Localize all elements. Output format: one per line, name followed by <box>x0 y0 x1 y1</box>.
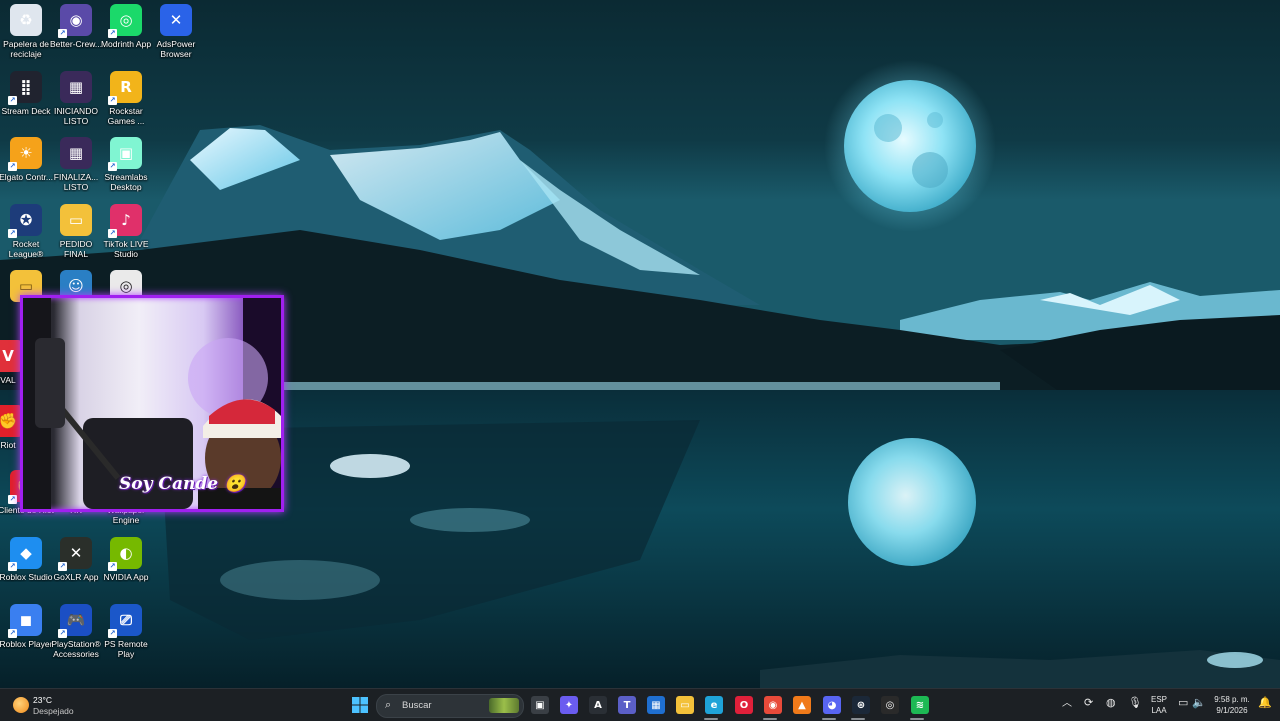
show-hidden-icons-chevron-icon[interactable]: ︿ <box>1062 699 1072 709</box>
desktop-icon-label: Rockstar Games ... <box>107 106 145 126</box>
elgato-control-icon: ☀ ↗ <box>8 137 42 171</box>
adspower-icon: ✕ <box>160 4 192 36</box>
clock-date: 9/1/2026 <box>1216 706 1248 715</box>
vlc-icon[interactable]: ▲ <box>793 696 811 714</box>
network-globe-icon[interactable]: ◍ <box>1106 698 1116 709</box>
stream-deck-icon: ⣿ ↗ <box>8 71 42 105</box>
teams-icon[interactable]: T <box>618 696 636 714</box>
weather-sun-icon <box>13 697 29 713</box>
language-code: ESP <box>1150 695 1167 704</box>
streamlabs-icon: ▣ ↗ <box>108 137 142 171</box>
shortcut-arrow-icon: ↗ <box>108 29 117 38</box>
discord-icon[interactable]: ◕ <box>823 696 841 714</box>
desktop-icon-better-crew[interactable]: ◉ ↗ Better-Crew... <box>50 4 102 66</box>
desktop-icon-roblox-player[interactable]: ◼ ↗ Roblox Player <box>0 604 52 666</box>
sync-icon[interactable]: ⟳ <box>1084 698 1093 709</box>
desktop-icon-adspower[interactable]: ✕ AdsPower Browser <box>150 4 202 66</box>
clock-time: 9:58 p. m. <box>1214 695 1250 704</box>
shortcut-arrow-icon: ↗ <box>58 629 67 638</box>
nvidia-icon: ◐ ↗ <box>108 537 142 571</box>
opera-gx-icon[interactable]: O <box>735 696 753 714</box>
roblox-player-icon: ◼ ↗ <box>8 604 42 638</box>
desktop-icon-video-file[interactable]: ▦ FINALIZA... LISTO <box>50 137 102 199</box>
speaker-volume-icon[interactable]: 🔈 <box>1192 698 1206 709</box>
desktop-icon-label: NVIDIA App <box>103 572 149 582</box>
shortcut-arrow-icon: ↗ <box>8 96 17 105</box>
desktop-icon-label: AdsPower Browser <box>156 39 196 59</box>
desktop-icon-goxlr[interactable]: ✕ ↗ GoXLR App <box>50 537 102 599</box>
shortcut-arrow-icon: ↗ <box>8 229 17 238</box>
shortcut-arrow-icon: ↗ <box>108 162 117 171</box>
app-a-icon[interactable]: A <box>589 696 607 714</box>
rocket-league-icon: ✪ ↗ <box>8 204 42 238</box>
microphone-icon[interactable]: 🎙 <box>1128 698 1142 709</box>
video-file-icon: ▦ <box>60 137 92 169</box>
desktop-icon-streamlabs[interactable]: ▣ ↗ Streamlabs Desktop <box>100 137 152 199</box>
taskbar-search-box[interactable]: ⌕ Buscar <box>376 694 524 718</box>
shortcut-arrow-icon: ↗ <box>8 495 17 504</box>
webcam-overlay: Soy Cande 😮 <box>20 295 284 512</box>
desktop-icon-playstation-accessories[interactable]: 🎮 ↗ PlayStation® Accessories <box>50 604 102 666</box>
desktop-icon-label: TikTok LIVE Studio <box>103 239 149 259</box>
desktop-icon-stream-deck[interactable]: ⣿ ↗ Stream Deck <box>0 71 52 133</box>
desktop-icon-ps-remote-play[interactable]: ⎚ ↗ PS Remote Play <box>100 604 152 666</box>
keyboard-layout-code: LAA <box>1151 706 1167 715</box>
clock[interactable]: 9:58 p. m. 9/1/2026 <box>1208 694 1256 716</box>
better-crew-icon: ◉ ↗ <box>58 4 92 38</box>
weather-temperature: 23°C <box>33 695 52 705</box>
desktop-icon-label: PS Remote Play <box>104 639 148 659</box>
language-indicator[interactable]: ESP LAA <box>1148 694 1170 716</box>
modrinth-icon: ◎ ↗ <box>108 4 142 38</box>
desktop-icon-tiktok-live[interactable]: ♪ ↗ TikTok LIVE Studio <box>100 204 152 266</box>
taskbar: 23°C Despejado ⌕ Buscar ▣ ✦ A T ▦ ▭ e O ◉ ▲ ◕ ⊛ ◎ ≋ ︿… <box>0 688 1280 721</box>
desktop-icon-rocket-league[interactable]: ✪ ↗ Rocket League® <box>0 204 52 266</box>
desktop-icon-folder[interactable]: ▭ PEDIDO FINAL <box>50 204 102 266</box>
shortcut-arrow-icon: ↗ <box>58 29 67 38</box>
microsoft-store-icon[interactable]: ▦ <box>647 696 665 714</box>
shortcut-arrow-icon: ↗ <box>58 562 67 571</box>
network-wifi-icon[interactable]: ▭ <box>1178 698 1188 709</box>
desktop-icon-roblox-studio[interactable]: ◆ ↗ Roblox Studio <box>0 537 52 599</box>
desktop-icon-nvidia[interactable]: ◐ ↗ NVIDIA App <box>100 537 152 599</box>
folder-icon: ▭ <box>60 204 92 236</box>
start-button[interactable] <box>351 696 369 714</box>
search-placeholder: Buscar <box>402 700 432 711</box>
shortcut-arrow-icon: ↗ <box>108 629 117 638</box>
shortcut-arrow-icon: ↗ <box>8 629 17 638</box>
search-icon: ⌕ <box>385 699 392 711</box>
shortcut-arrow-icon: ↗ <box>8 562 17 571</box>
desktop-icon-recycle-bin[interactable]: ♻ Papelera de reciclaje <box>0 4 52 66</box>
shortcut-arrow-icon: ↗ <box>8 162 17 171</box>
desktop-icon-modrinth[interactable]: ◎ ↗ Modrinth App <box>100 4 152 66</box>
recycle-bin-icon: ♻ <box>10 4 42 36</box>
rockstar-icon: R ↗ <box>108 71 142 105</box>
weather-condition: Despejado <box>33 706 74 716</box>
desktop-icon-video-file[interactable]: ▦ INICIANDO LISTO <box>50 71 102 133</box>
desktop-icon-elgato-control[interactable]: ☀ ↗ Elgato Contr... <box>0 137 53 199</box>
steam-icon[interactable]: ⊛ <box>852 696 870 714</box>
copilot-icon[interactable]: ✦ <box>560 696 578 714</box>
playstation-accessories-icon: 🎮 ↗ <box>58 604 92 638</box>
weather-widget[interactable]: 23°C Despejado <box>10 693 90 717</box>
shortcut-arrow-icon: ↗ <box>108 229 117 238</box>
file-explorer-icon[interactable]: ▭ <box>676 696 694 714</box>
ps-remote-play-icon: ⎚ ↗ <box>108 604 142 638</box>
video-file-icon: ▦ <box>60 71 92 103</box>
streamer-logo-text: Soy Cande 😮 <box>119 474 246 494</box>
obs-icon[interactable]: ◎ <box>881 696 899 714</box>
goxlr-icon: ✕ ↗ <box>58 537 92 571</box>
spotify-icon[interactable]: ≋ <box>911 696 929 714</box>
chrome-icon[interactable]: ◉ <box>764 696 782 714</box>
tiktok-live-icon: ♪ ↗ <box>108 204 142 238</box>
desktop-icon-label: Streamlabs Desktop <box>104 172 148 192</box>
windows-logo-icon <box>352 697 368 713</box>
notification-bell-icon[interactable]: 🔔 <box>1258 698 1272 709</box>
search-highlight-image <box>489 698 519 713</box>
roblox-studio-icon: ◆ ↗ <box>8 537 42 571</box>
shortcut-arrow-icon: ↗ <box>108 96 117 105</box>
task-view-icon[interactable]: ▣ <box>531 696 549 714</box>
edge-icon[interactable]: e <box>705 696 723 714</box>
shortcut-arrow-icon: ↗ <box>108 562 117 571</box>
desktop-icon-rockstar[interactable]: R ↗ Rockstar Games ... <box>100 71 152 133</box>
